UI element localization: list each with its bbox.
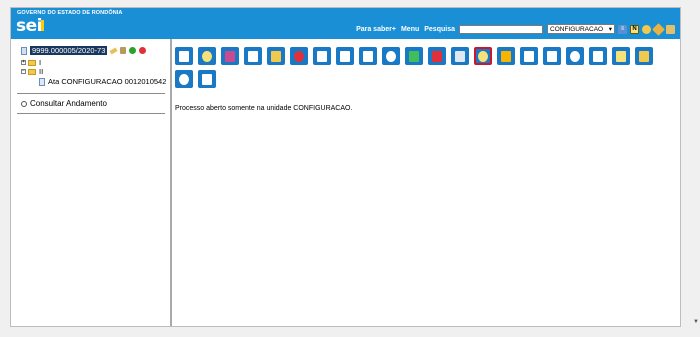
concluir-processo-button[interactable] bbox=[543, 47, 561, 65]
anotacoes-icon bbox=[524, 50, 534, 62]
ciencia-button[interactable] bbox=[267, 47, 285, 65]
listar-processos-icon bbox=[179, 73, 189, 85]
acompanhamento-especial-button[interactable] bbox=[244, 47, 262, 65]
incluir-documento-icon bbox=[179, 50, 189, 62]
document-label[interactable]: Ata CONFIGURACAO 0012010542 bbox=[48, 77, 166, 86]
header-bar: GOVERNO DO ESTADO DE RONDÔNIA sei Para s… bbox=[11, 8, 680, 39]
iniciar-processo-relacionado-button[interactable] bbox=[198, 47, 216, 65]
chevron-down-icon: ▾ bbox=[608, 26, 612, 33]
iniciar-processo-relacionado-icon bbox=[202, 50, 212, 62]
sei-page: GOVERNO DO ESTADO DE RONDÔNIA sei Para s… bbox=[10, 7, 681, 327]
anexar-processo-button[interactable] bbox=[428, 47, 446, 65]
acompanhamento-icon bbox=[616, 50, 626, 62]
user-icon[interactable] bbox=[642, 24, 651, 34]
pesquisa-link[interactable]: Pesquisa bbox=[424, 26, 455, 33]
para-saber-link[interactable]: Para saber+ bbox=[356, 26, 396, 33]
scrollbar[interactable]: ▼ bbox=[692, 7, 700, 327]
add-icon[interactable] bbox=[129, 47, 137, 54]
gerenciar-marcador-icon bbox=[478, 50, 488, 62]
exit-icon[interactable] bbox=[666, 24, 675, 34]
incluir-documento-button[interactable] bbox=[175, 47, 193, 65]
pencil-icon[interactable] bbox=[109, 47, 118, 54]
n-badge-icon[interactable]: N bbox=[630, 24, 639, 34]
gerar-zip-icon bbox=[593, 50, 603, 62]
ciencia-icon bbox=[271, 50, 281, 62]
consultar-label[interactable]: Consultar Andamento bbox=[30, 99, 107, 108]
ordenar-arvore-button[interactable] bbox=[451, 47, 469, 65]
folder-icon bbox=[28, 59, 36, 66]
gerenciar-acompanhamento-button[interactable] bbox=[221, 47, 239, 65]
listar-processos-button[interactable] bbox=[175, 70, 193, 88]
ordenar-arvore-icon bbox=[455, 50, 465, 62]
acompanhamento-button[interactable] bbox=[612, 47, 630, 65]
concluir-processo-icon bbox=[547, 50, 557, 62]
remove-icon[interactable] bbox=[139, 47, 147, 54]
process-icon bbox=[21, 46, 27, 55]
consultar-andamento-link[interactable]: Consultar Andamento bbox=[21, 99, 107, 108]
magnifier-icon bbox=[21, 100, 27, 107]
document-icon bbox=[39, 77, 45, 86]
expand-icon[interactable]: + bbox=[21, 60, 26, 65]
tree-document[interactable]: Ata CONFIGURACAO 0012010542 bbox=[39, 77, 166, 86]
sobrestar-processo-button[interactable] bbox=[497, 47, 515, 65]
process-number[interactable]: 9999.000005/2020-73 bbox=[30, 46, 108, 55]
folder-label[interactable]: I bbox=[39, 58, 41, 67]
menu-link[interactable]: Menu bbox=[401, 26, 419, 33]
duplicar-processo-button[interactable] bbox=[405, 47, 423, 65]
collapse-icon[interactable]: − bbox=[21, 69, 26, 74]
separator bbox=[17, 113, 165, 114]
atribuir-processo-icon bbox=[340, 50, 350, 62]
scroll-down-icon[interactable]: ▼ bbox=[693, 319, 699, 325]
marcador-icon bbox=[639, 50, 649, 62]
duplicar-processo-icon bbox=[409, 50, 419, 62]
unit-select[interactable]: CONFIGURACAO ▾ bbox=[547, 24, 615, 34]
acompanhamento-especial-icon bbox=[248, 50, 258, 62]
gerar-pdf-icon bbox=[570, 50, 580, 62]
gerenciar-marcador-button[interactable] bbox=[474, 47, 492, 65]
tree-process-row[interactable]: 9999.000005/2020-73 bbox=[21, 46, 147, 55]
atribuir-processo-button[interactable] bbox=[336, 47, 354, 65]
sei-logo[interactable]: sei bbox=[16, 16, 42, 36]
atualizar-andamento-icon bbox=[317, 50, 327, 62]
atualizar-andamento-button[interactable] bbox=[313, 47, 331, 65]
logo-accent bbox=[41, 20, 44, 31]
pesquisar-processo-icon bbox=[202, 73, 212, 85]
separator bbox=[17, 93, 165, 94]
gerar-zip-button[interactable] bbox=[589, 47, 607, 65]
tree-folder-ii[interactable]: − II bbox=[21, 67, 43, 76]
lock-icon[interactable] bbox=[120, 47, 127, 54]
process-tree: 9999.000005/2020-73 + I − II Ata CONFIGU… bbox=[11, 39, 171, 326]
tools-icon[interactable] bbox=[652, 22, 665, 36]
enviar-processo-button[interactable] bbox=[290, 47, 308, 65]
pesquisar-processo-button[interactable] bbox=[198, 70, 216, 88]
gerenciar-acompanhamento-icon bbox=[225, 50, 235, 62]
tree-folder-i[interactable]: + I bbox=[21, 58, 41, 67]
unit-select-value: CONFIGURACAO bbox=[550, 25, 604, 33]
panel-divider[interactable] bbox=[170, 39, 172, 326]
relacionar-processos-button[interactable] bbox=[359, 47, 377, 65]
list-icon[interactable]: ≡ bbox=[618, 24, 627, 34]
gerar-pdf-button[interactable] bbox=[566, 47, 584, 65]
enviar-email-button[interactable] bbox=[382, 47, 400, 65]
sobrestar-processo-icon bbox=[501, 50, 511, 62]
relacionar-processos-icon bbox=[363, 50, 373, 62]
enviar-email-icon bbox=[386, 50, 396, 62]
anotacoes-button[interactable] bbox=[520, 47, 538, 65]
enviar-processo-icon bbox=[294, 50, 304, 62]
folder-open-icon bbox=[28, 68, 36, 75]
folder-label[interactable]: II bbox=[39, 67, 43, 76]
marcador-button[interactable] bbox=[635, 47, 653, 65]
search-input[interactable] bbox=[459, 24, 543, 34]
anexar-processo-icon bbox=[432, 50, 442, 62]
status-message: Processo aberto somente na unidade CONFI… bbox=[175, 105, 353, 112]
header-nav: Para saber+ Menu Pesquisa CONFIGURACAO ▾… bbox=[351, 22, 675, 36]
